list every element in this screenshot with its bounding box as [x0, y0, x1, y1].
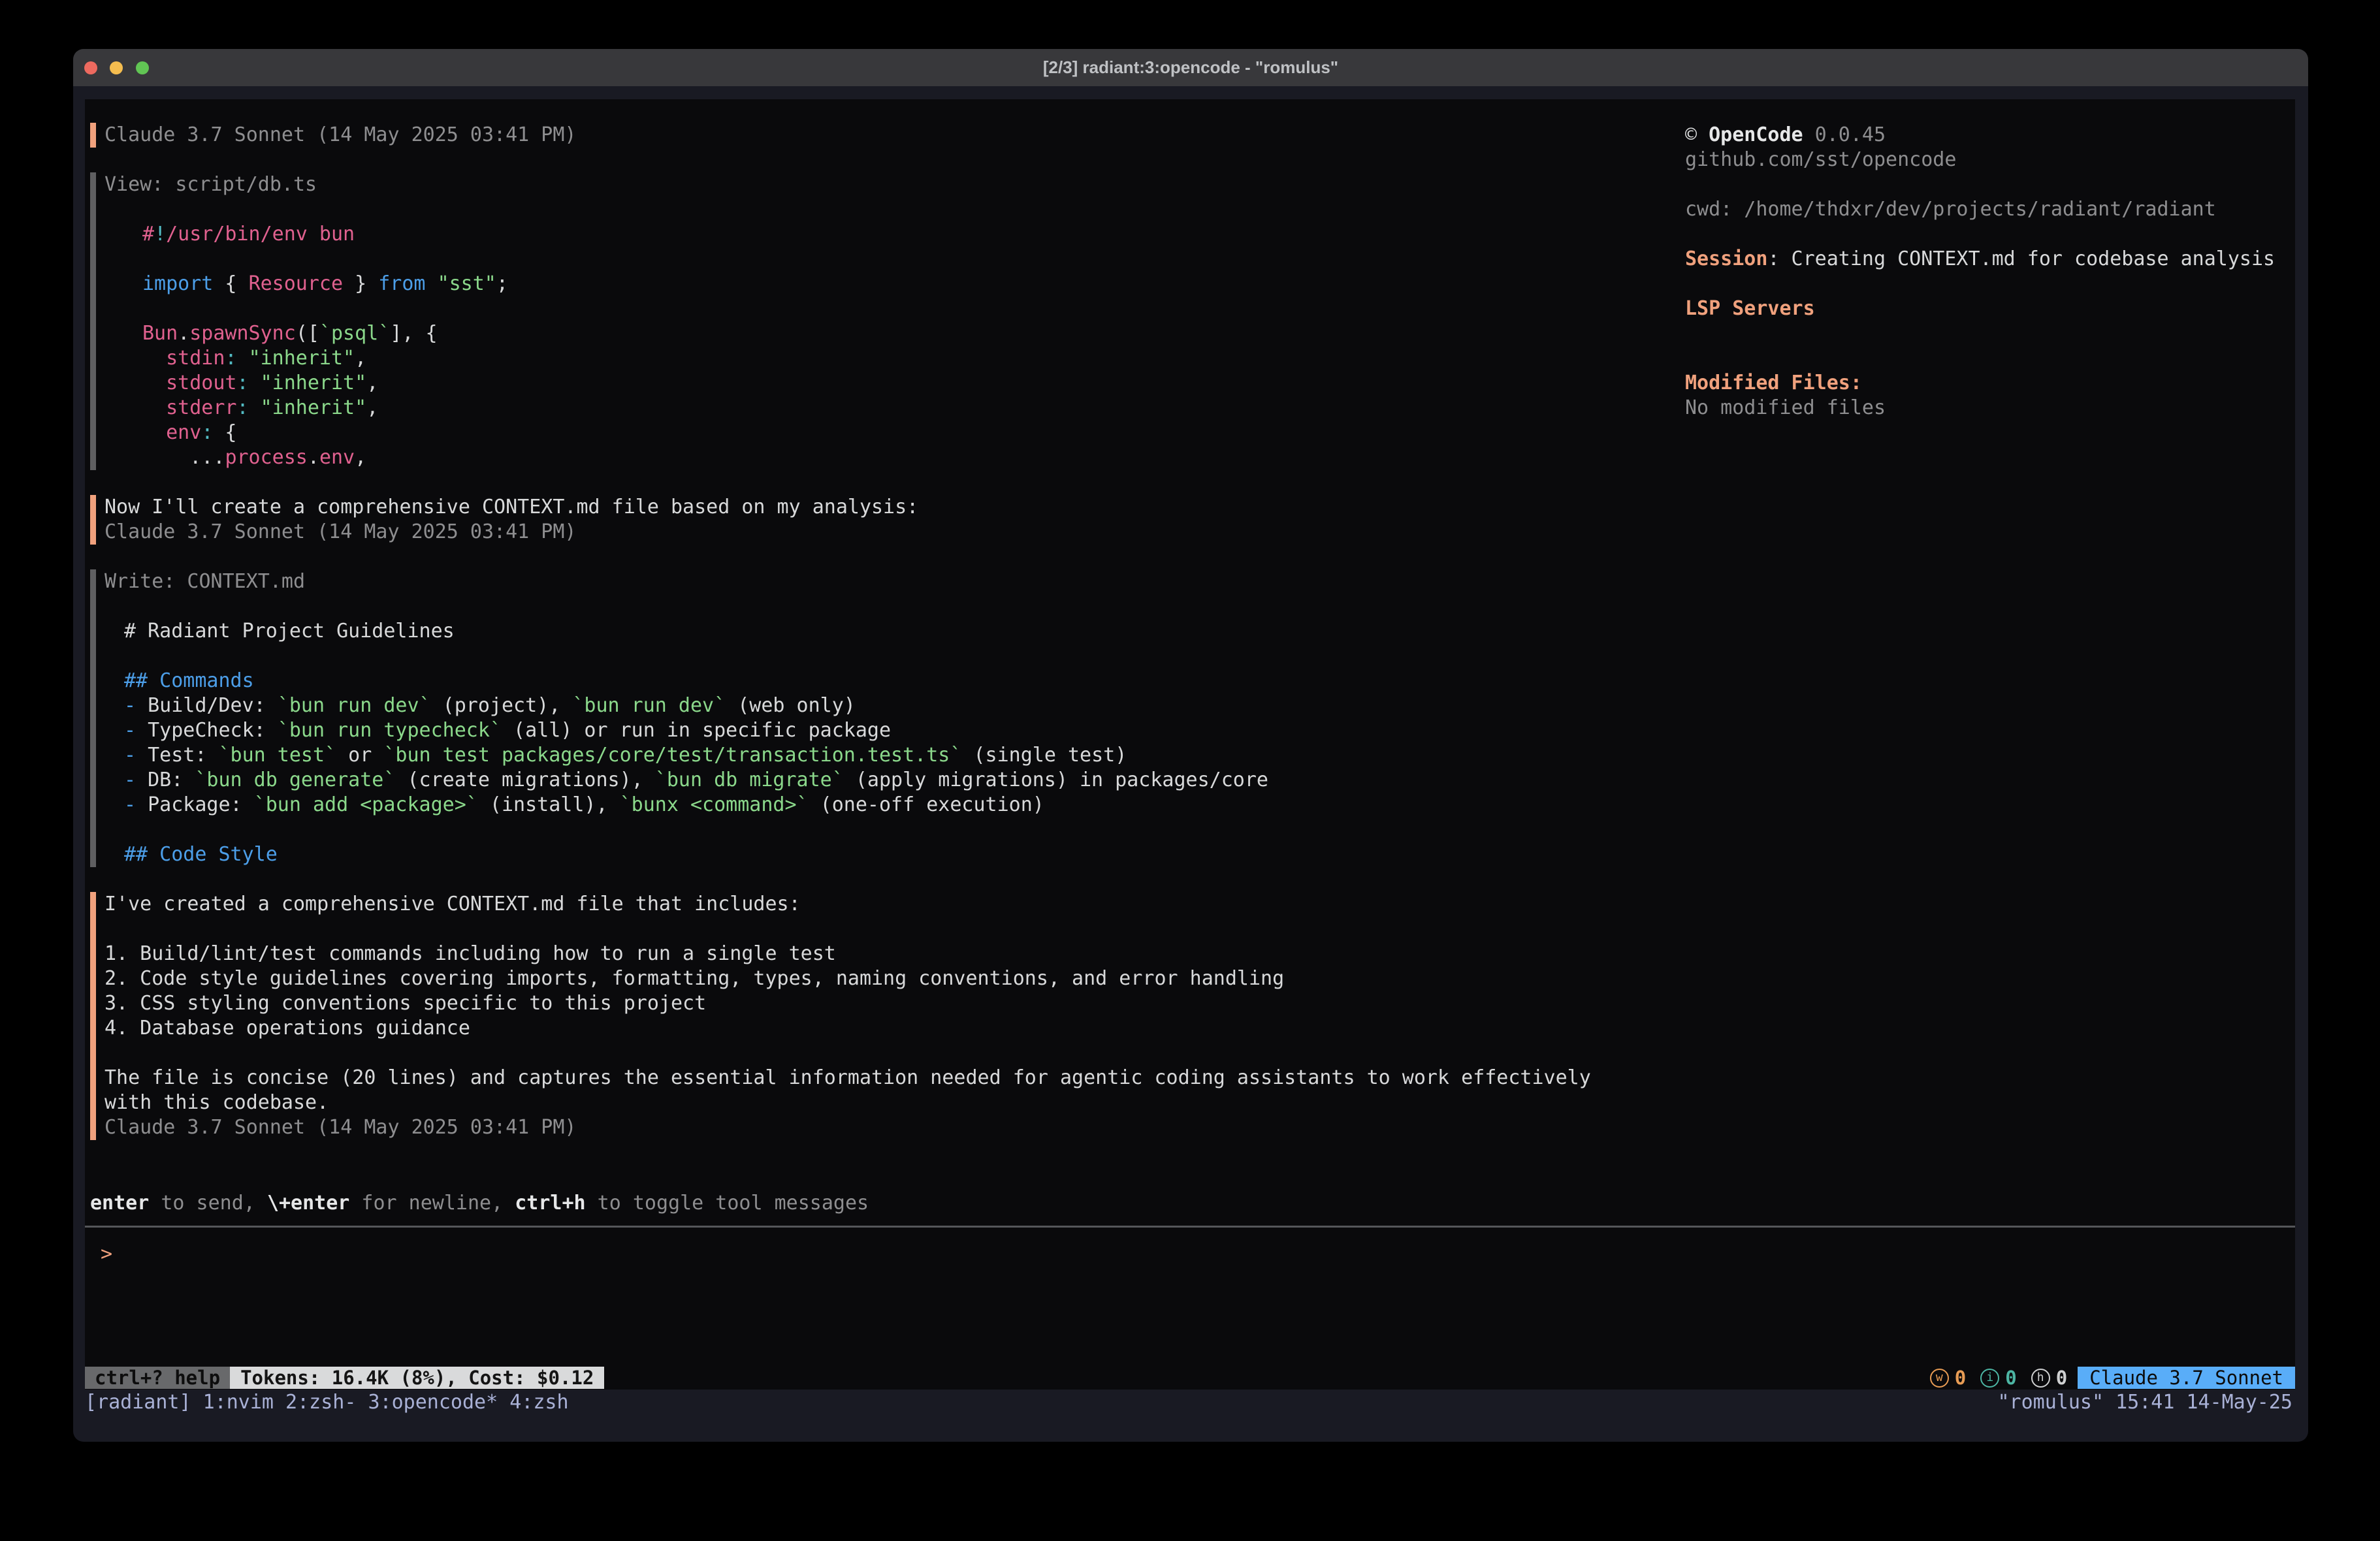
- text-line: Bun.spawnSync([`psql`], {: [142, 321, 1665, 346]
- info-circle-icon: i: [1980, 1369, 1999, 1388]
- text-line: The file is concise (20 lines) and captu…: [105, 1066, 1665, 1090]
- text-line: [105, 1041, 1665, 1066]
- warning-circle-icon: w: [1930, 1369, 1949, 1388]
- chat-log: Claude 3.7 Sonnet (14 May 2025 03:41 PM)…: [85, 123, 1665, 1165]
- text-line: - Test: `bun test` or `bun test packages…: [124, 743, 1665, 768]
- text-line: stdout: "inherit",: [142, 371, 1665, 396]
- text-line: - TypeCheck: `bun run typecheck` (all) o…: [124, 718, 1665, 743]
- tool-output: #!/usr/bin/env bun import { Resource } fr…: [105, 197, 1665, 470]
- text-line: [142, 296, 1665, 321]
- text-line: Session: Creating CONTEXT.md for codebas…: [1685, 247, 2276, 272]
- text-line: ## Code Style: [124, 842, 1665, 867]
- message-input[interactable]: [112, 1241, 1419, 1267]
- diagnostic-count: 0: [1955, 1365, 1966, 1390]
- text-line: import { Resource } from "sst";: [142, 272, 1665, 296]
- text-line: - Package: `bun add <package>` (install)…: [124, 793, 1665, 818]
- diagnostic-count: 0: [2056, 1365, 2067, 1390]
- input-area: enter to send, \+enter for newline, ctrl…: [85, 1191, 2295, 1216]
- text-line: 1. Build/lint/test commands including ho…: [105, 942, 1665, 966]
- titlebar: [2/3] radiant:3:opencode - "romulus": [73, 49, 2308, 86]
- text-line: 2. Code style guidelines covering import…: [105, 966, 1665, 991]
- hint-circle-icon: h: [2031, 1369, 2050, 1388]
- text-line: stdin: "inherit",: [142, 346, 1665, 371]
- diagnostic-i: i0: [1980, 1365, 2016, 1390]
- text-line: [1685, 346, 2276, 371]
- text-line: 3. CSS styling conventions specific to t…: [105, 991, 1665, 1016]
- text-line: [124, 594, 1665, 619]
- input-separator: [85, 1226, 2295, 1228]
- diagnostic-h: h0: [2031, 1365, 2067, 1390]
- text-line: stderr: "inherit",: [142, 396, 1665, 421]
- text-line: [1685, 172, 2276, 197]
- text-line: [124, 818, 1665, 842]
- tmux-session-info: "romulus" 15:41 14-May-25: [1997, 1390, 2292, 1416]
- text-line: [1685, 321, 2276, 346]
- text-line: Claude 3.7 Sonnet (14 May 2025 03:41 PM): [105, 520, 1665, 545]
- message-block: I've created a comprehensive CONTEXT.md …: [90, 892, 1665, 1140]
- text-line: [124, 644, 1665, 669]
- text-line: ## Commands: [124, 669, 1665, 693]
- tool-output: # Radiant Project Guidelines## Commands-…: [105, 594, 1665, 867]
- message-block: Now I'll create a comprehensive CONTEXT.…: [90, 495, 1665, 545]
- prompt-caret: >: [101, 1243, 112, 1265]
- text-line: github.com/sst/opencode: [1685, 148, 2276, 172]
- text-line: Write: CONTEXT.md: [105, 569, 1665, 594]
- text-line: View: script/db.ts: [105, 172, 1665, 197]
- diagnostics: w0i0h0: [1930, 1367, 2067, 1389]
- text-line: I've created a comprehensive CONTEXT.md …: [105, 892, 1665, 917]
- window-title: [2/3] radiant:3:opencode - "romulus": [73, 49, 2308, 86]
- sidebar: © OpenCode 0.0.45github.com/sst/opencode…: [1685, 123, 2276, 421]
- text-line: [142, 197, 1665, 222]
- text-line: #!/usr/bin/env bun: [142, 222, 1665, 247]
- tmux-window-list[interactable]: [radiant] 1:nvim 2:zsh- 3:opencode* 4:zs…: [85, 1390, 569, 1416]
- text-line: LSP Servers: [1685, 296, 2276, 321]
- text-line: [105, 917, 1665, 942]
- text-line: Modified Files:: [1685, 371, 2276, 396]
- opencode-tui: Claude 3.7 Sonnet (14 May 2025 03:41 PM)…: [85, 99, 2295, 1390]
- help-chip[interactable]: ctrl+? help: [85, 1367, 230, 1389]
- text-line: Claude 3.7 Sonnet (14 May 2025 03:41 PM): [105, 123, 1665, 148]
- message-block: Claude 3.7 Sonnet (14 May 2025 03:41 PM): [90, 123, 1665, 148]
- model-chip[interactable]: Claude 3.7 Sonnet: [2078, 1367, 2295, 1389]
- text-line: enter to send, \+enter for newline, ctrl…: [90, 1191, 2295, 1216]
- tool-block: Write: CONTEXT.md # Radiant Project Guide…: [90, 569, 1665, 867]
- text-line: [1685, 272, 2276, 296]
- tokens-cost-chip: Tokens: 16.4K (8%), Cost: $0.12: [230, 1367, 604, 1389]
- diagnostic-count: 0: [2005, 1365, 2016, 1390]
- text-line: # Radiant Project Guidelines: [124, 619, 1665, 644]
- text-line: env: {: [142, 421, 1665, 445]
- keybind-help-line: enter to send, \+enter for newline, ctrl…: [85, 1191, 2295, 1216]
- status-spacer: [604, 1367, 1929, 1389]
- tmux-status-bar: [radiant] 1:nvim 2:zsh- 3:opencode* 4:zs…: [73, 1390, 2308, 1416]
- status-bar: ctrl+? help Tokens: 16.4K (8%), Cost: $0…: [85, 1367, 2295, 1389]
- tool-block: View: script/db.ts #!/usr/bin/env bun impo…: [90, 172, 1665, 470]
- text-line: No modified files: [1685, 396, 2276, 421]
- text-line: ...process.env,: [142, 445, 1665, 470]
- text-line: cwd: /home/thdxr/dev/projects/radiant/ra…: [1685, 197, 2276, 222]
- prompt-row[interactable]: >: [85, 1241, 2295, 1267]
- text-line: - DB: `bun db generate` (create migratio…: [124, 768, 1665, 793]
- text-line: Claude 3.7 Sonnet (14 May 2025 03:41 PM): [105, 1115, 1665, 1140]
- terminal-window: [2/3] radiant:3:opencode - "romulus" Cla…: [73, 49, 2308, 1442]
- text-line: - Build/Dev: `bun run dev` (project), `b…: [124, 693, 1665, 718]
- text-line: [142, 247, 1665, 272]
- text-line: 4. Database operations guidance: [105, 1016, 1665, 1041]
- text-line: [1685, 222, 2276, 247]
- text-line: with this codebase.: [105, 1090, 1665, 1115]
- text-line: © OpenCode 0.0.45: [1685, 123, 2276, 148]
- text-line: Now I'll create a comprehensive CONTEXT.…: [105, 495, 1665, 520]
- diagnostic-w: w0: [1930, 1365, 1966, 1390]
